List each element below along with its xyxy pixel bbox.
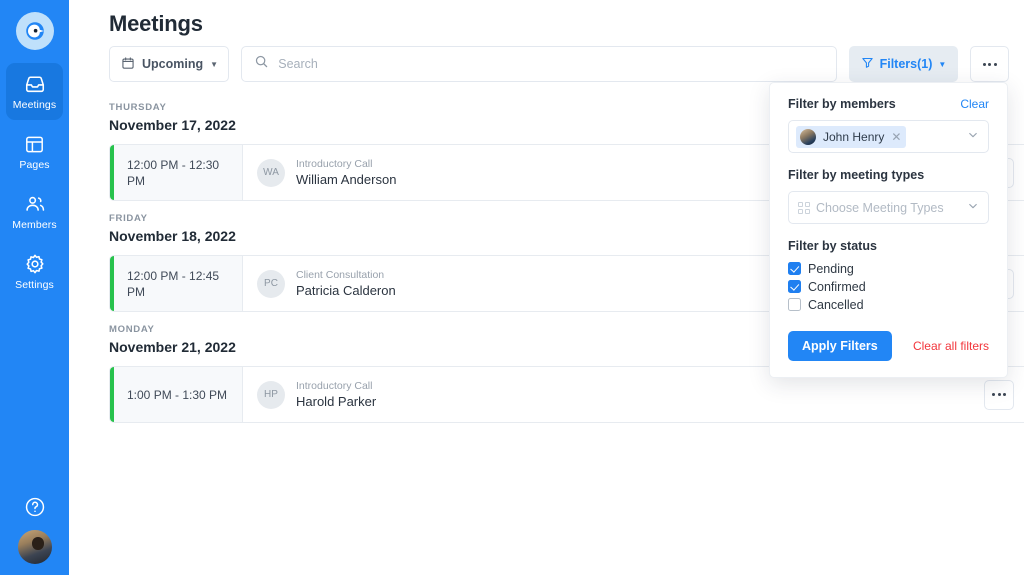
- people-icon: [24, 192, 46, 216]
- status-checkbox-cancelled[interactable]: Cancelled: [788, 296, 989, 313]
- sidebar-item-pages[interactable]: Pages: [6, 123, 63, 180]
- filter-status-section: Filter by status Pending Confirmed Cance…: [788, 239, 989, 313]
- clear-all-filters-link[interactable]: Clear all filters: [913, 339, 989, 353]
- inbox-icon: [24, 72, 46, 96]
- meeting-types-placeholder: Choose Meeting Types: [816, 200, 944, 215]
- main-content: Meetings Upcoming ▼ Search Filters(1) ▼ …: [69, 0, 1024, 575]
- filters-button[interactable]: Filters(1) ▼: [848, 46, 959, 82]
- page-title: Meetings: [109, 11, 203, 36]
- status-label: Pending: [808, 261, 854, 276]
- sidebar-bottom: [0, 496, 69, 566]
- avatar: PC: [257, 269, 285, 298]
- toolbar: Upcoming ▼ Filters(1): [109, 46, 1010, 82]
- upcoming-filter-button[interactable]: Upcoming ▼: [109, 46, 230, 82]
- filter-types-section: Filter by meeting types Choose Meeting T…: [788, 168, 989, 224]
- meeting-time: 12:00 PM - 12:30 PM: [114, 145, 243, 200]
- sidebar-item-label: Meetings: [12, 99, 57, 111]
- meeting-more-button[interactable]: [984, 379, 1014, 410]
- meeting-attendee: Harold Parker: [296, 394, 377, 409]
- checkbox-icon[interactable]: [788, 298, 801, 311]
- filter-panel: Filter by members Clear John Henry ✕ Fil…: [769, 82, 1008, 378]
- sidebar-item-label: Pages: [19, 159, 50, 171]
- app-logo[interactable]: [15, 12, 54, 50]
- chevron-down-icon: [967, 128, 979, 146]
- status-label: Cancelled: [808, 297, 864, 312]
- status-checkbox-list: Pending Confirmed Cancelled: [788, 260, 989, 313]
- members-select[interactable]: John Henry ✕: [788, 120, 989, 153]
- meeting-attendee: Patricia Calderon: [296, 283, 396, 298]
- meeting-time: 12:00 PM - 12:45 PM: [114, 256, 243, 311]
- member-chip: John Henry ✕: [796, 125, 907, 148]
- status-checkbox-confirmed[interactable]: Confirmed: [788, 278, 989, 295]
- member-avatar: [800, 128, 816, 145]
- member-name: John Henry: [823, 129, 885, 144]
- user-avatar[interactable]: [15, 528, 54, 566]
- meeting-types-select[interactable]: Choose Meeting Types: [788, 191, 989, 224]
- app-root: Meetings Pages Members Settings Meetings…: [0, 0, 1024, 575]
- upcoming-label: Upcoming: [142, 57, 204, 71]
- meeting-type: Introductory Call: [296, 380, 373, 392]
- clear-members-link[interactable]: Clear: [960, 97, 989, 111]
- funnel-icon: [861, 56, 874, 72]
- filter-members-label: Filter by members: [788, 97, 896, 111]
- meeting-type: Client Consultation: [296, 269, 385, 281]
- sidebar-nav: Meetings Pages Members Settings: [0, 63, 69, 303]
- meeting-type: Introductory Call: [296, 158, 373, 170]
- filter-members-header: Filter by members Clear: [788, 97, 989, 111]
- status-label: Confirmed: [808, 279, 866, 294]
- search-input[interactable]: [278, 57, 824, 71]
- sidebar-item-label: Settings: [15, 279, 54, 291]
- toolbar-more-button[interactable]: [970, 46, 1010, 82]
- layout-icon: [24, 132, 45, 156]
- sidebar-item-meetings[interactable]: Meetings: [6, 63, 63, 120]
- sidebar-item-settings[interactable]: Settings: [6, 243, 63, 300]
- chevron-down-icon: [967, 199, 979, 217]
- meeting-text: Introductory Call Harold Parker: [296, 379, 376, 410]
- calendar-icon: [121, 56, 135, 73]
- filter-status-label: Filter by status: [788, 239, 877, 253]
- filter-types-label: Filter by meeting types: [788, 168, 925, 182]
- checkbox-icon[interactable]: [788, 280, 801, 293]
- search-box[interactable]: [241, 46, 837, 82]
- ellipsis-icon: [982, 62, 997, 66]
- status-checkbox-pending[interactable]: Pending: [788, 260, 989, 277]
- close-icon[interactable]: ✕: [891, 131, 901, 143]
- grid-icon: [798, 201, 810, 214]
- meeting-attendee: William Anderson: [296, 172, 397, 187]
- sidebar: Meetings Pages Members Settings: [0, 0, 69, 575]
- help-circle-icon[interactable]: [24, 496, 46, 518]
- meeting-text: Introductory Call William Anderson: [296, 157, 396, 188]
- avatar: HP: [257, 380, 285, 409]
- meeting-text: Client Consultation Patricia Calderon: [296, 268, 396, 299]
- apply-filters-button[interactable]: Apply Filters: [788, 331, 892, 361]
- avatar: WA: [257, 158, 285, 187]
- checkbox-icon[interactable]: [788, 262, 801, 275]
- ellipsis-icon: [992, 393, 1006, 396]
- sidebar-item-members[interactable]: Members: [6, 183, 63, 240]
- filters-label: Filters(1): [879, 57, 933, 71]
- gear-icon: [24, 252, 46, 276]
- search-icon: [254, 54, 269, 74]
- sidebar-item-label: Members: [12, 219, 57, 231]
- logo-eye-icon: [25, 22, 44, 40]
- filter-actions: Apply Filters Clear all filters: [788, 331, 989, 361]
- chevron-down-icon: ▼: [210, 59, 219, 69]
- chevron-down-icon: ▼: [938, 59, 947, 69]
- meeting-time: 1:00 PM - 1:30 PM: [114, 367, 243, 422]
